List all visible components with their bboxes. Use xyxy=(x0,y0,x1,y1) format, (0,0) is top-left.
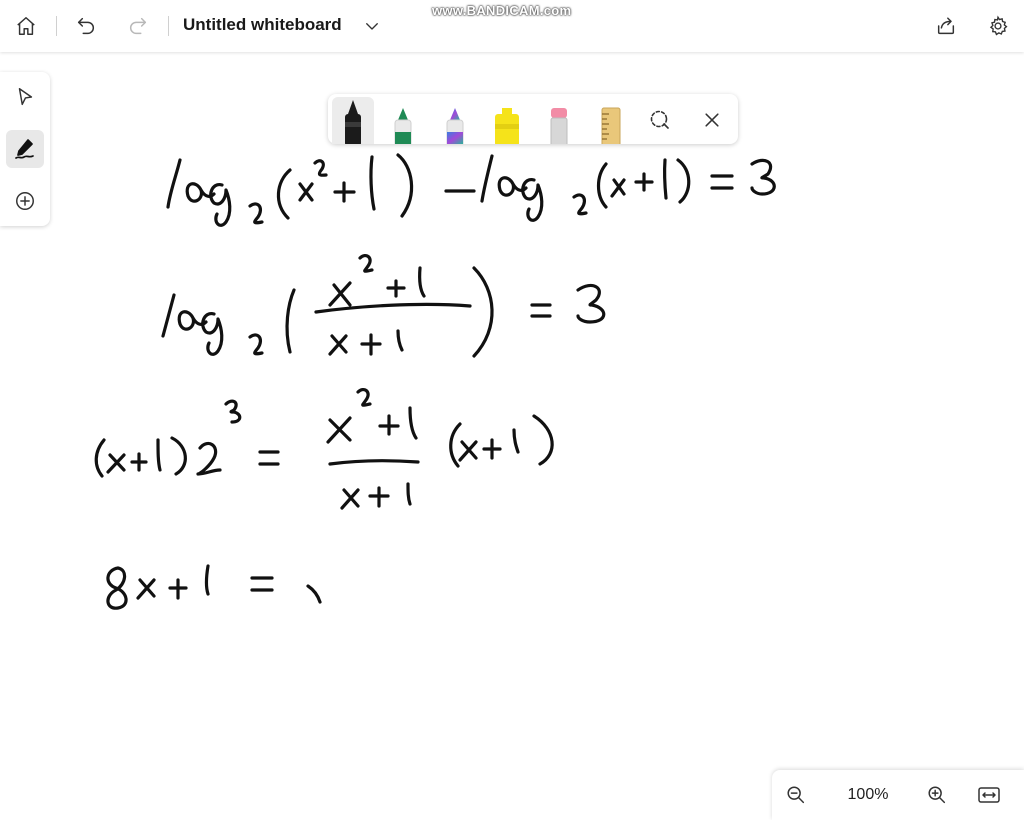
undo-button[interactable] xyxy=(70,10,102,42)
black-pen[interactable] xyxy=(332,97,374,144)
whiteboard-canvas[interactable] xyxy=(0,52,1024,820)
ink-line-1 xyxy=(166,153,776,227)
close-pen-toolbar-button[interactable] xyxy=(696,104,728,136)
fit-width-button[interactable] xyxy=(973,779,1005,811)
ruler[interactable] xyxy=(590,97,632,144)
share-button[interactable] xyxy=(930,10,962,42)
pen-draw-icon xyxy=(15,139,34,159)
ink-strokes xyxy=(94,153,776,610)
select-tool-button[interactable] xyxy=(6,78,44,116)
black-pen-icon xyxy=(345,100,361,144)
eraser[interactable] xyxy=(538,97,580,144)
ink-line-4 xyxy=(106,564,322,610)
zoom-level[interactable]: 100% xyxy=(838,786,898,804)
eraser-icon xyxy=(550,108,568,144)
home-icon xyxy=(17,17,35,35)
title-menu-button[interactable] xyxy=(360,14,384,38)
undo-icon xyxy=(77,17,94,35)
yellow-highlighter[interactable] xyxy=(486,97,528,144)
ink-line-2 xyxy=(161,254,606,358)
chevron-down-icon xyxy=(366,23,378,30)
green-pen[interactable] xyxy=(382,97,424,144)
whiteboard-title[interactable]: Untitled whiteboard xyxy=(183,15,342,35)
divider xyxy=(56,16,57,36)
home-button[interactable] xyxy=(10,10,42,42)
pen-toolbar xyxy=(328,94,738,144)
fit-width-icon xyxy=(978,787,1000,803)
galaxy-pen-icon xyxy=(446,108,464,144)
lasso-select-icon xyxy=(650,110,669,129)
draw-tool-button[interactable] xyxy=(6,130,44,168)
add-circle-icon xyxy=(16,192,34,210)
highlighter-icon xyxy=(495,108,519,144)
select-pointer-icon xyxy=(18,88,33,106)
close-icon xyxy=(705,113,719,127)
recording-watermark: www.BANDICAM.com xyxy=(432,3,572,18)
left-tool-rail xyxy=(0,72,50,226)
share-icon xyxy=(937,17,955,35)
zoom-in-icon xyxy=(928,786,946,804)
zoom-out-icon xyxy=(787,786,805,804)
zoom-bar xyxy=(772,770,1024,820)
add-tool-button[interactable] xyxy=(6,182,44,220)
gear-icon xyxy=(989,15,1008,36)
ink-line-3 xyxy=(94,388,554,510)
redo-button[interactable] xyxy=(122,10,154,42)
zoom-in-button[interactable] xyxy=(921,779,953,811)
galaxy-pen[interactable] xyxy=(434,97,476,144)
redo-icon xyxy=(130,17,147,35)
green-pen-icon xyxy=(394,108,412,144)
ruler-icon xyxy=(601,107,621,144)
zoom-out-button[interactable] xyxy=(780,779,812,811)
divider xyxy=(168,16,169,36)
settings-button[interactable] xyxy=(982,10,1014,42)
lasso-select-button[interactable] xyxy=(644,104,676,136)
